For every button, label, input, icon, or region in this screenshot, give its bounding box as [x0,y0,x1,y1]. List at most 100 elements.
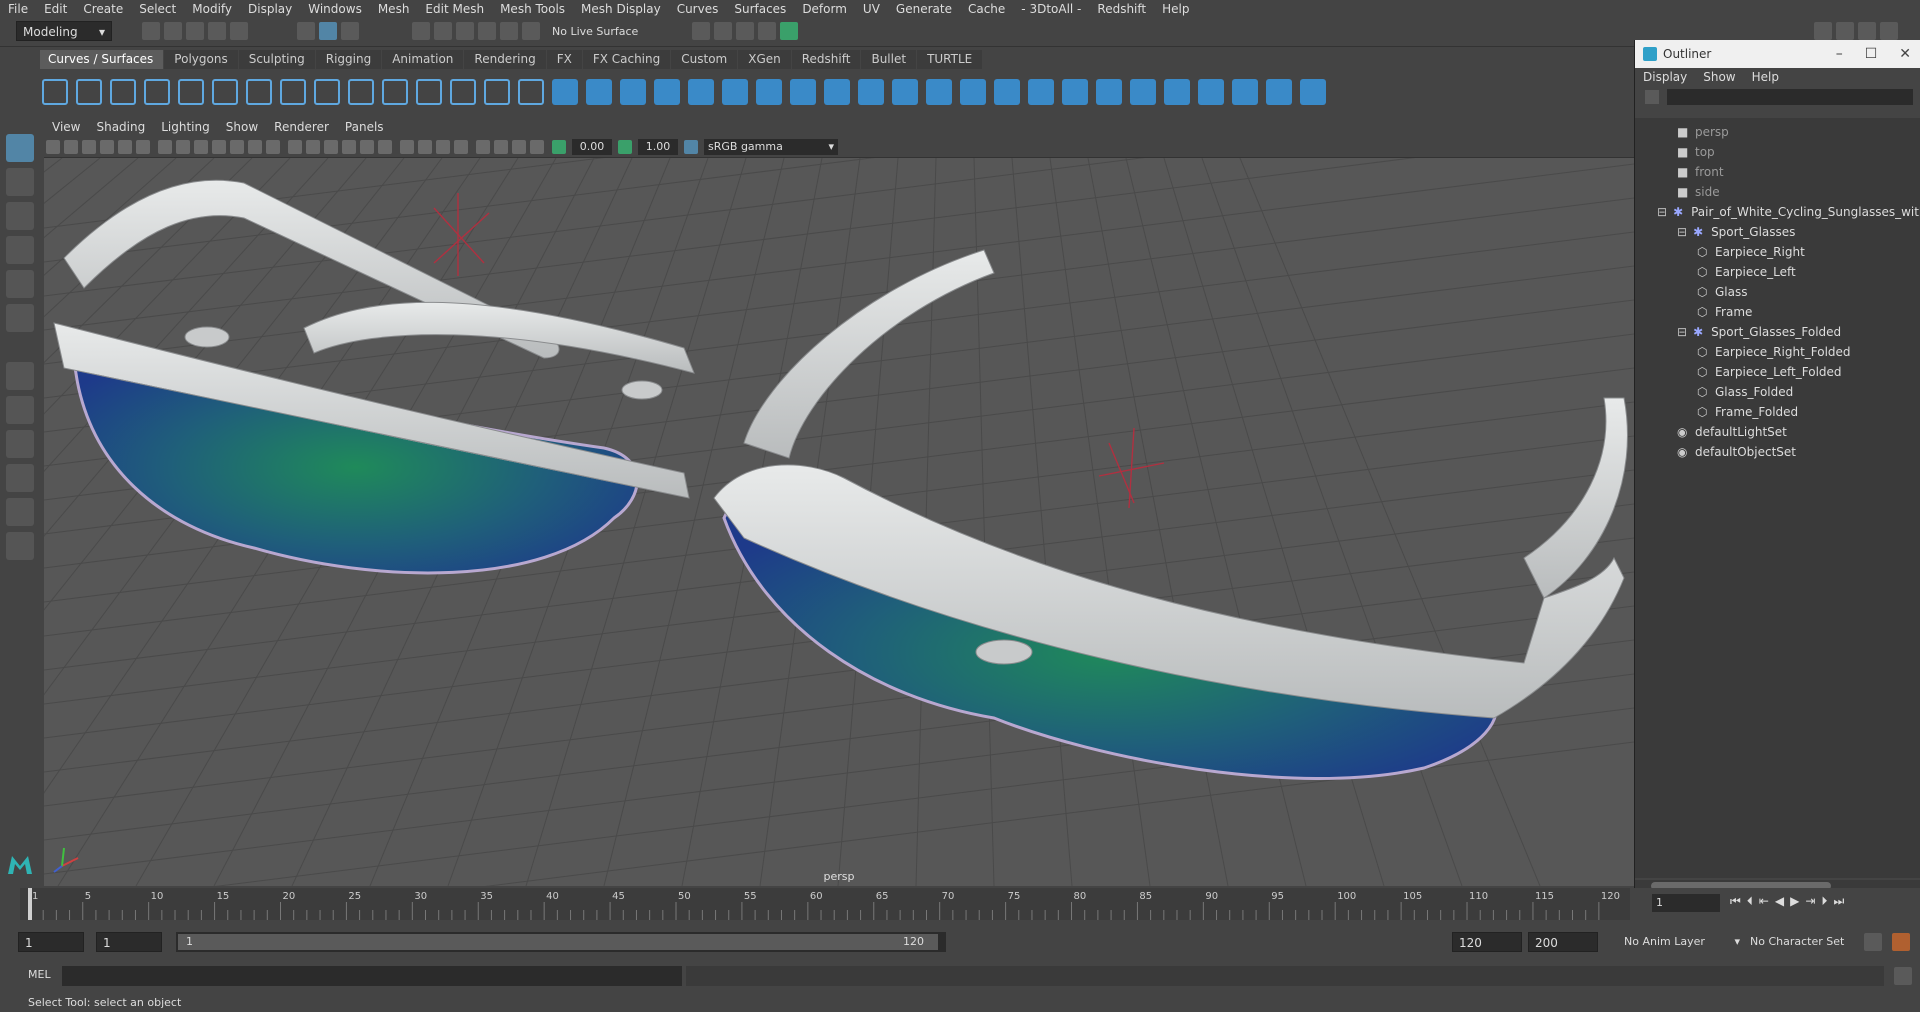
shelf-tab-9[interactable]: XGen [738,50,791,69]
menu-item-17[interactable]: - 3DtoAll - [1013,2,1089,16]
offset-curve-icon[interactable] [382,79,408,105]
outliner-item[interactable]: ⬡ Glass [1697,282,1748,302]
shelf-tab-11[interactable]: Bullet [861,50,917,69]
shelf-tab-8[interactable]: Custom [671,50,738,69]
shadows-icon[interactable] [378,140,392,154]
snap-grid-icon[interactable] [412,22,430,40]
birail-icon[interactable] [892,79,918,105]
textured-icon[interactable] [342,140,356,154]
lights-icon[interactable] [360,140,374,154]
exposure-icon[interactable] [552,140,566,154]
minimize-icon[interactable]: – [1836,46,1843,62]
color-management-icon[interactable] [684,140,698,154]
lasso-tool-icon[interactable] [6,168,34,196]
current-time-indicator[interactable] [28,888,32,920]
viewport-menu-1[interactable]: Shading [88,120,153,134]
insert-knot-icon[interactable] [416,79,442,105]
viewport-menu-5[interactable]: Panels [337,120,392,134]
square-curve-icon[interactable] [76,79,102,105]
outliner-item[interactable]: ■ side [1677,182,1720,202]
range-slider-handle[interactable]: 1 120 [178,934,938,950]
menu-item-12[interactable]: Surfaces [726,2,794,16]
motion-blur-icon[interactable] [418,140,432,154]
shelf-tab-0[interactable]: Curves / Surfaces [38,50,164,69]
untrim-icon[interactable] [1164,79,1190,105]
save-scene-icon[interactable] [186,22,204,40]
bevel-icon[interactable] [994,79,1020,105]
command-input[interactable] [62,966,682,986]
channel-box-icon[interactable] [1880,22,1898,40]
outliner-menu-2[interactable]: Help [1744,70,1787,84]
four-view-icon[interactable] [6,396,34,424]
detach-surface-icon[interactable] [1232,79,1258,105]
menu-item-13[interactable]: Deform [794,2,855,16]
filter-icon[interactable] [1645,90,1659,104]
shelf-tab-6[interactable]: FX [546,50,582,69]
safe-action-icon[interactable] [248,140,262,154]
menu-item-6[interactable]: Windows [300,2,370,16]
select-tool-icon[interactable] [6,134,34,162]
outliner-item[interactable]: ■ persp [1677,122,1729,142]
sculpt-surface-icon[interactable] [1266,79,1292,105]
bevel-plus-icon[interactable] [1028,79,1054,105]
go-to-end-icon[interactable]: ⏭ [1833,894,1844,909]
maximize-icon[interactable]: ☐ [1865,46,1878,62]
bezier-curve-icon[interactable] [246,79,272,105]
xray-joints-icon[interactable] [512,140,526,154]
outliner-search-input[interactable] [1667,89,1913,105]
exposure-field[interactable]: 0.00 [572,139,612,155]
gamma-field[interactable]: 1.00 [638,139,678,155]
smooth-shade-icon[interactable] [306,140,320,154]
detach-curve-icon[interactable] [314,79,340,105]
current-frame-field[interactable]: 1 [1652,894,1720,912]
cv-curve-icon[interactable] [110,79,136,105]
shelf-tab-10[interactable]: Redshift [791,50,861,69]
rebuild-surface-icon[interactable] [1300,79,1326,105]
render-settings-icon[interactable] [758,22,776,40]
nurbs-sphere-icon[interactable] [552,79,578,105]
script-editor-icon[interactable] [1894,967,1912,985]
outliner-item[interactable]: ⊟ ✱ Sport_Glasses [1677,222,1795,242]
play-forward-icon[interactable]: ▶ [1790,894,1799,909]
new-scene-icon[interactable] [142,22,160,40]
shelf-tab-12[interactable]: TURTLE [917,50,983,69]
shelf-tab-1[interactable]: Polygons [164,50,238,69]
end-time-field[interactable]: 120 [1452,932,1522,952]
outliner-item[interactable]: ⬡ Earpiece_Left_Folded [1697,362,1842,382]
outliner-menu-1[interactable]: Show [1695,70,1743,84]
isolate-select-icon[interactable] [476,140,490,154]
character-set-dropdown[interactable]: No Character Set [1750,932,1860,952]
menu-item-11[interactable]: Curves [669,2,727,16]
nurbs-cube-icon[interactable] [586,79,612,105]
shelf-tab-5[interactable]: Rendering [464,50,546,69]
viewport-menu-3[interactable]: Show [218,120,266,134]
menu-item-7[interactable]: Mesh [370,2,418,16]
scale-tool-icon[interactable] [6,304,34,332]
menu-item-1[interactable]: Edit [36,2,75,16]
outliner-item[interactable]: ⬡ Frame [1697,302,1752,322]
live-surface-field[interactable]: No Live Surface [552,22,658,42]
menu-item-16[interactable]: Cache [960,2,1013,16]
menu-item-18[interactable]: Redshift [1089,2,1154,16]
wireframe-on-shaded-icon[interactable] [324,140,338,154]
bookmark-icon[interactable] [82,140,96,154]
loft-icon[interactable] [790,79,816,105]
grid-icon[interactable] [158,140,172,154]
select-component-icon[interactable] [341,22,359,40]
hypershade-icon[interactable] [780,22,798,40]
play-backward-icon[interactable]: ◀ [1775,894,1784,909]
menu-item-9[interactable]: Mesh Tools [492,2,573,16]
render-frame-icon[interactable] [714,22,732,40]
planar-icon[interactable] [824,79,850,105]
outliner-item[interactable]: ⬡ Earpiece_Left [1697,262,1796,282]
gate-mask-icon[interactable] [212,140,226,154]
outliner-item[interactable]: ◉ defaultLightSet [1677,422,1787,442]
colorspace-dropdown[interactable]: sRGB gamma ▾ [704,139,838,155]
attribute-editor-icon[interactable] [1836,22,1854,40]
intersect-icon[interactable] [1062,79,1088,105]
anim-layer-dropdown[interactable]: No Anim Layer ▾ [1624,932,1744,952]
camera-attributes-icon[interactable] [64,140,78,154]
sport-glasses-model[interactable] [713,249,1628,780]
extend-curve-icon[interactable] [450,79,476,105]
menu-item-14[interactable]: UV [855,2,888,16]
